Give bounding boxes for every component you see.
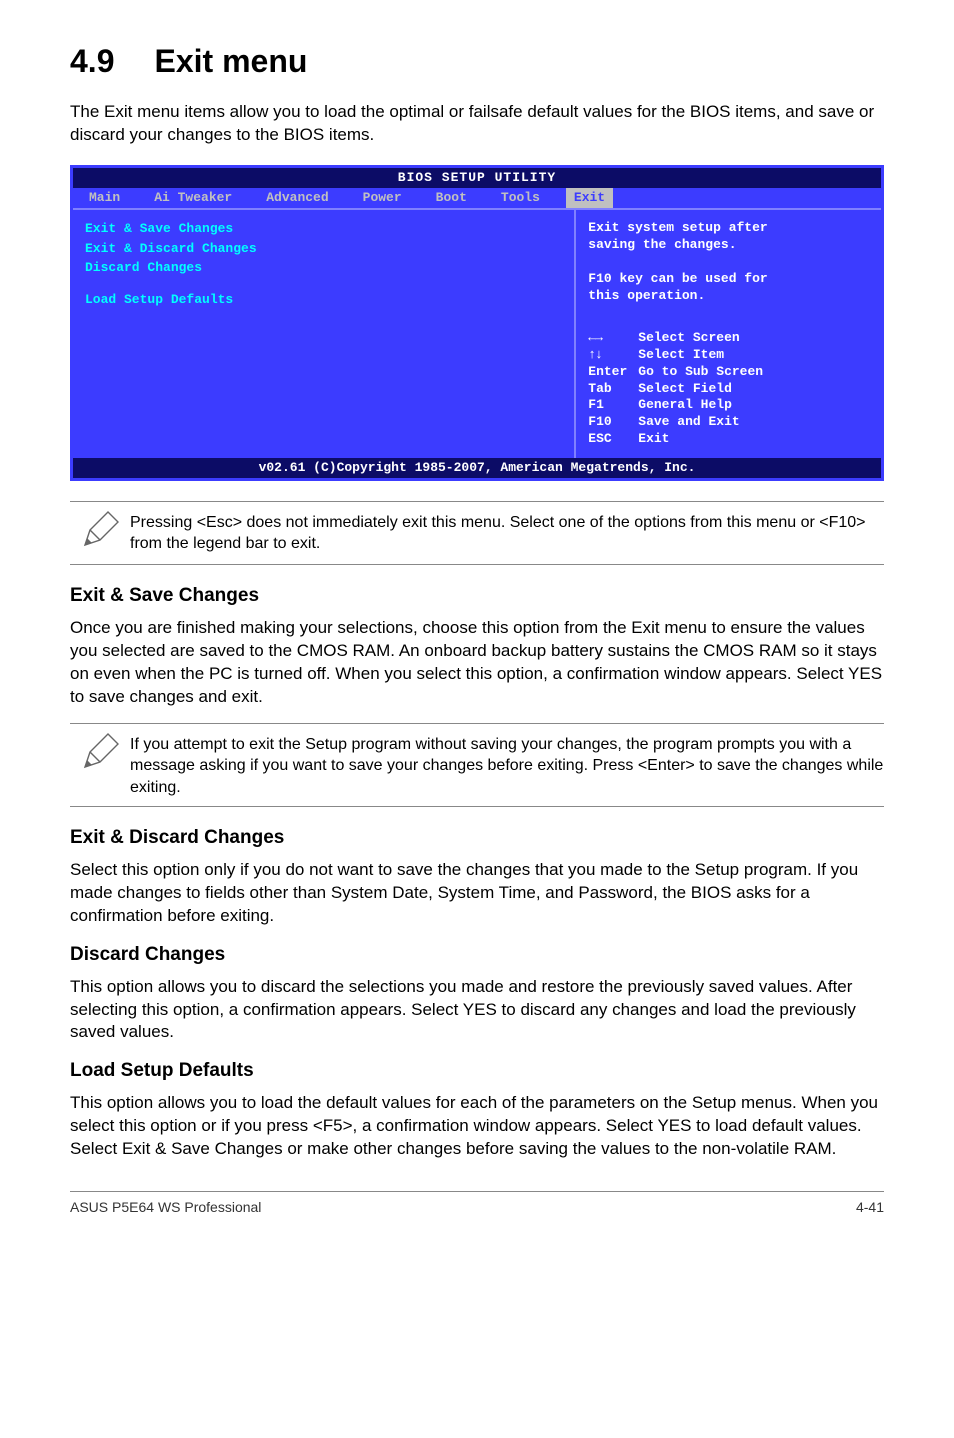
bios-menu-item[interactable]: Exit & Save Changes <box>85 220 562 238</box>
key-label: Select Item <box>638 347 724 362</box>
bios-menu-item[interactable]: Exit & Discard Changes <box>85 240 562 258</box>
section-name: Exit menu <box>154 43 307 79</box>
key-label: Save and Exit <box>638 414 739 429</box>
bios-tab-ai-tweaker[interactable]: Ai Tweaker <box>146 188 240 209</box>
note-box: If you attempt to exit the Setup program… <box>70 723 884 808</box>
note-box: Pressing <Esc> does not immediately exit… <box>70 501 884 566</box>
key-label: Select Screen <box>638 330 739 345</box>
bios-tab-exit[interactable]: Exit <box>566 188 613 209</box>
body-paragraph: Once you are finished making your select… <box>70 617 884 709</box>
note-text: If you attempt to exit the Setup program… <box>130 732 884 799</box>
section-number: 4.9 <box>70 40 114 83</box>
key-glyph: F1 <box>588 397 638 414</box>
bios-help-line: F10 key can be used for <box>588 271 869 288</box>
key-glyph: F10 <box>588 414 638 431</box>
bios-screenshot: BIOS SETUP UTILITY Main Ai Tweaker Advan… <box>70 165 884 481</box>
bios-key-legend: ←→Select Screen ↑↓Select Item EnterGo to… <box>588 330 869 448</box>
bios-menu-item[interactable]: Load Setup Defaults <box>85 291 562 309</box>
bios-tab-advanced[interactable]: Advanced <box>258 188 336 209</box>
body-paragraph: Select this option only if you do not wa… <box>70 859 884 928</box>
subsection-heading: Load Setup Defaults <box>70 1058 884 1084</box>
key-label: Exit <box>638 431 669 446</box>
bios-tab-row: Main Ai Tweaker Advanced Power Boot Tool… <box>73 188 881 209</box>
key-label: Select Field <box>638 381 732 396</box>
footer-right: 4-41 <box>856 1198 884 1217</box>
page-title: 4.9 Exit menu <box>70 40 884 83</box>
bios-titlebar: BIOS SETUP UTILITY <box>73 168 881 188</box>
key-label: General Help <box>638 397 732 412</box>
body-paragraph: This option allows you to load the defau… <box>70 1092 884 1161</box>
bios-tab-tools[interactable]: Tools <box>493 188 548 209</box>
intro-paragraph: The Exit menu items allow you to load th… <box>70 101 884 147</box>
note-text: Pressing <Esc> does not immediately exit… <box>130 510 884 555</box>
bios-menu-panel: Exit & Save Changes Exit & Discard Chang… <box>73 208 576 458</box>
key-label: Go to Sub Screen <box>638 364 763 379</box>
subsection-heading: Discard Changes <box>70 942 884 968</box>
key-glyph: Tab <box>588 381 638 398</box>
bios-help-line: this operation. <box>588 288 869 305</box>
bios-tab-power[interactable]: Power <box>355 188 410 209</box>
bios-tab-boot[interactable]: Boot <box>428 188 475 209</box>
subsection-heading: Exit & Save Changes <box>70 583 884 609</box>
bios-tab-main[interactable]: Main <box>81 188 128 209</box>
key-glyph: ESC <box>588 431 638 448</box>
pencil-icon <box>70 510 130 557</box>
subsection-heading: Exit & Discard Changes <box>70 825 884 851</box>
body-paragraph: This option allows you to discard the se… <box>70 976 884 1045</box>
key-glyph: ←→ <box>588 330 638 347</box>
bios-help-line: Exit system setup after <box>588 220 869 237</box>
pencil-icon <box>70 732 130 779</box>
bios-help-text: Exit system setup after saving the chang… <box>588 220 869 304</box>
key-glyph: ↑↓ <box>588 347 638 364</box>
bios-help-line: saving the changes. <box>588 237 869 254</box>
page-footer: ASUS P5E64 WS Professional 4-41 <box>70 1191 884 1217</box>
footer-left: ASUS P5E64 WS Professional <box>70 1198 261 1217</box>
key-glyph: Enter <box>588 364 638 381</box>
bios-footer: v02.61 (C)Copyright 1985-2007, American … <box>73 458 881 478</box>
bios-help-panel: Exit system setup after saving the chang… <box>576 208 881 458</box>
bios-menu-item[interactable]: Discard Changes <box>85 259 562 277</box>
